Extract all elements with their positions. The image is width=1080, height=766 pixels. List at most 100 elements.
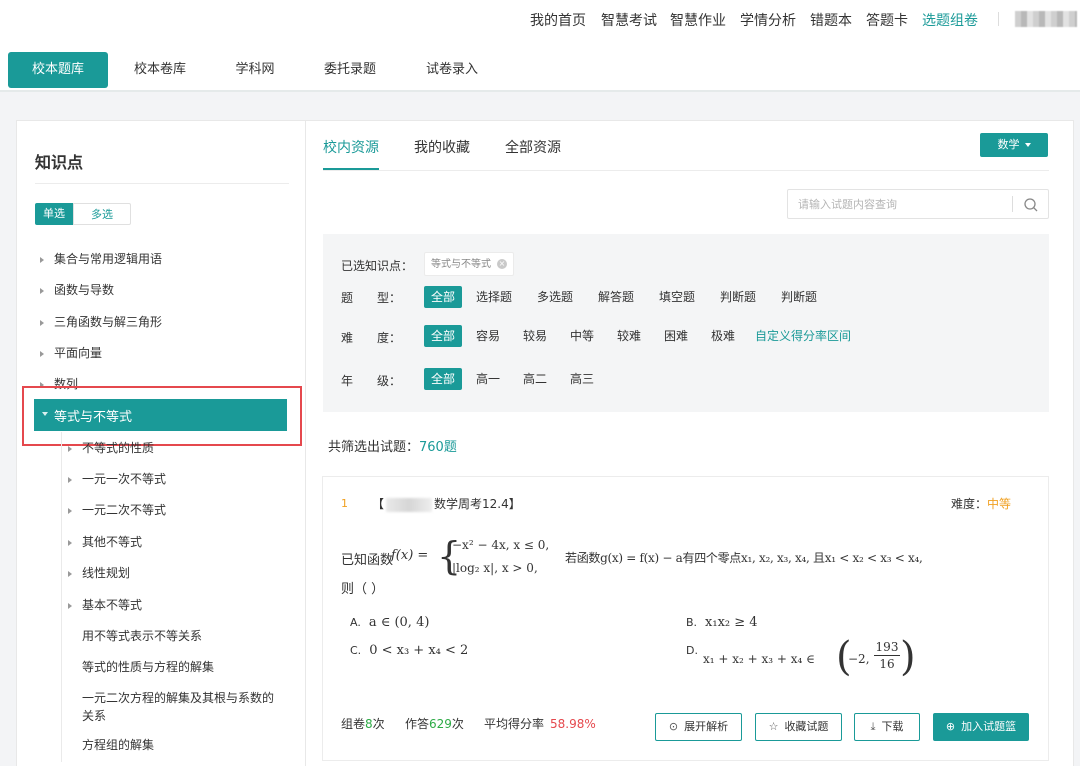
subject-label: 数学: [997, 138, 1020, 151]
button-label: 展开解析: [684, 720, 729, 733]
nav-home[interactable]: 我的首页: [530, 10, 586, 30]
difficulty-option[interactable]: 较易: [523, 325, 547, 347]
type-label: 题 型：: [341, 291, 402, 305]
search-input[interactable]: [798, 194, 1008, 214]
stat-compose-count: 组卷8次: [341, 715, 385, 732]
multi-select-toggle[interactable]: 多选: [73, 203, 131, 225]
tab-school-questions[interactable]: 校本题库: [8, 52, 108, 88]
tree-leaf[interactable]: 等式的性质与方程的解集: [82, 658, 214, 675]
chevron-right-icon: [40, 319, 44, 326]
button-label: 加入试题篮: [961, 720, 1017, 733]
fraction-bar: [874, 655, 900, 656]
type-option[interactable]: 判断题: [720, 286, 756, 308]
tab-my-favorites[interactable]: 我的收藏: [414, 137, 470, 157]
option-a[interactable]: A. a ∈ (0, 4): [350, 615, 429, 630]
favorite-question-button[interactable]: ☆ 收藏试题: [755, 713, 842, 741]
stat-label: 组卷: [341, 717, 366, 731]
tab-school-papers[interactable]: 校本卷库: [118, 52, 202, 88]
user-avatar[interactable]: [1015, 11, 1077, 27]
option-b[interactable]: B. x₁x₂ ≥ 4: [686, 615, 758, 630]
difficulty-label: 难 度：: [341, 331, 402, 345]
type-option[interactable]: 选择题: [476, 286, 512, 308]
close-icon[interactable]: ×: [497, 259, 507, 269]
tab-paper-entry[interactable]: 试卷录入: [412, 52, 492, 88]
add-to-basket-button[interactable]: ⊕ 加入试题篮: [933, 713, 1029, 741]
tree-item-label: 三角函数与解三角形: [54, 315, 163, 329]
stat-value: 8: [365, 717, 373, 731]
tree-item[interactable]: 集合与常用逻辑用语: [40, 250, 162, 267]
type-option[interactable]: 全部: [424, 286, 462, 308]
option-d-fraction: 193 16: [874, 640, 900, 671]
expand-analysis-button[interactable]: ⊙ 展开解析: [655, 713, 742, 741]
option-text: 0 < x₃ + x₄ < 2: [369, 643, 469, 658]
selected-knowledge-label: 已选知识点：: [341, 259, 414, 273]
difficulty-option[interactable]: 极难: [711, 325, 735, 347]
search-icon[interactable]: [1022, 196, 1040, 214]
tree-child[interactable]: 一元二次不等式: [68, 501, 166, 518]
difficulty-option[interactable]: 困难: [664, 325, 688, 347]
stem-prefix: 已知函数: [341, 553, 394, 568]
grade-option[interactable]: 高一: [476, 368, 500, 390]
stem-end: 则（ ）: [341, 582, 385, 597]
tree-child[interactable]: 不等式的性质: [68, 439, 154, 456]
option-key: D.: [686, 644, 698, 657]
search-divider: [1012, 196, 1013, 212]
tab-school-resources[interactable]: 校内资源: [323, 137, 379, 157]
grade-option[interactable]: 全部: [424, 368, 462, 390]
tree-item-label: 一元一次不等式: [82, 472, 167, 486]
stat-avg-score: 平均得分率 58.98%: [484, 715, 596, 732]
grade-option[interactable]: 高二: [523, 368, 547, 390]
nav-smart-homework[interactable]: 智慧作业: [670, 10, 726, 30]
tree-item[interactable]: 三角函数与解三角形: [40, 313, 162, 330]
option-key: A.: [350, 616, 361, 629]
type-option[interactable]: 解答题: [598, 286, 634, 308]
option-text: a ∈ (0, 4): [368, 615, 430, 630]
stat-unit: 次: [372, 717, 385, 731]
tree-leaf[interactable]: 一元二次方程的解集及其根与系数的: [82, 689, 274, 706]
option-d-text: x₁ + x₂ + x₃ + x₄ ∈: [703, 652, 816, 666]
chevron-right-icon: [68, 539, 72, 546]
nav-smart-exam[interactable]: 智慧考试: [601, 10, 657, 30]
type-option[interactable]: 填空题: [659, 286, 695, 308]
difficulty-option[interactable]: 中等: [570, 325, 594, 347]
tree-child[interactable]: 基本不等式: [68, 596, 142, 613]
stem-function: f(x) =: [391, 548, 429, 563]
nav-answer-card[interactable]: 答题卡: [866, 10, 908, 30]
question-difficulty: 难度：中等: [951, 495, 1011, 512]
tree-child[interactable]: 一元一次不等式: [68, 470, 166, 487]
custom-score-range-link[interactable]: 自定义得分率区间: [755, 327, 851, 344]
tree-item[interactable]: 函数与导数: [40, 281, 114, 298]
tree-child[interactable]: 其他不等式: [68, 533, 142, 550]
tab-delegate-entry[interactable]: 委托录题: [310, 52, 390, 88]
chevron-right-icon: [68, 602, 72, 609]
stat-value: 58.98%: [550, 717, 596, 731]
tree-item[interactable]: 平面向量: [40, 344, 102, 361]
subject-dropdown[interactable]: 数学: [980, 133, 1048, 157]
tree-leaf[interactable]: 方程组的解集: [82, 736, 154, 753]
option-key: B.: [686, 616, 698, 629]
option-c[interactable]: C. 0 < x₃ + x₄ < 2: [350, 643, 468, 658]
grade-option[interactable]: 高三: [570, 368, 594, 390]
nav-wrong-questions[interactable]: 错题本: [810, 10, 852, 30]
question-source-bracket: 【: [372, 497, 385, 511]
nav-compose-paper[interactable]: 选题组卷: [922, 10, 978, 30]
tab-xkw[interactable]: 学科网: [218, 52, 292, 88]
tree-item-label: 线性规划: [82, 566, 131, 580]
tab-all-resources[interactable]: 全部资源: [505, 137, 561, 157]
tree-child[interactable]: 线性规划: [68, 564, 130, 581]
difficulty-option[interactable]: 容易: [476, 325, 500, 347]
tree-leaf-cont[interactable]: 关系: [82, 707, 106, 724]
option-d-inner: −2,: [848, 652, 870, 666]
star-icon: ☆: [768, 720, 779, 733]
difficulty-option[interactable]: 全部: [424, 325, 462, 347]
difficulty-option[interactable]: 较难: [617, 325, 641, 347]
type-option[interactable]: 判断题: [781, 286, 817, 308]
piecewise-case-2: |log₂ x|, x > 0,: [452, 561, 538, 575]
download-button[interactable]: ⤓ 下载: [854, 713, 920, 741]
tree-leaf[interactable]: 用不等式表示不等关系: [82, 627, 202, 644]
single-select-toggle[interactable]: 单选: [35, 203, 73, 225]
type-option[interactable]: 多选题: [537, 286, 573, 308]
nav-learning-analysis[interactable]: 学情分析: [740, 10, 796, 30]
stat-answer-count: 作答629次: [405, 715, 464, 732]
caret-down-icon: [1024, 143, 1031, 147]
